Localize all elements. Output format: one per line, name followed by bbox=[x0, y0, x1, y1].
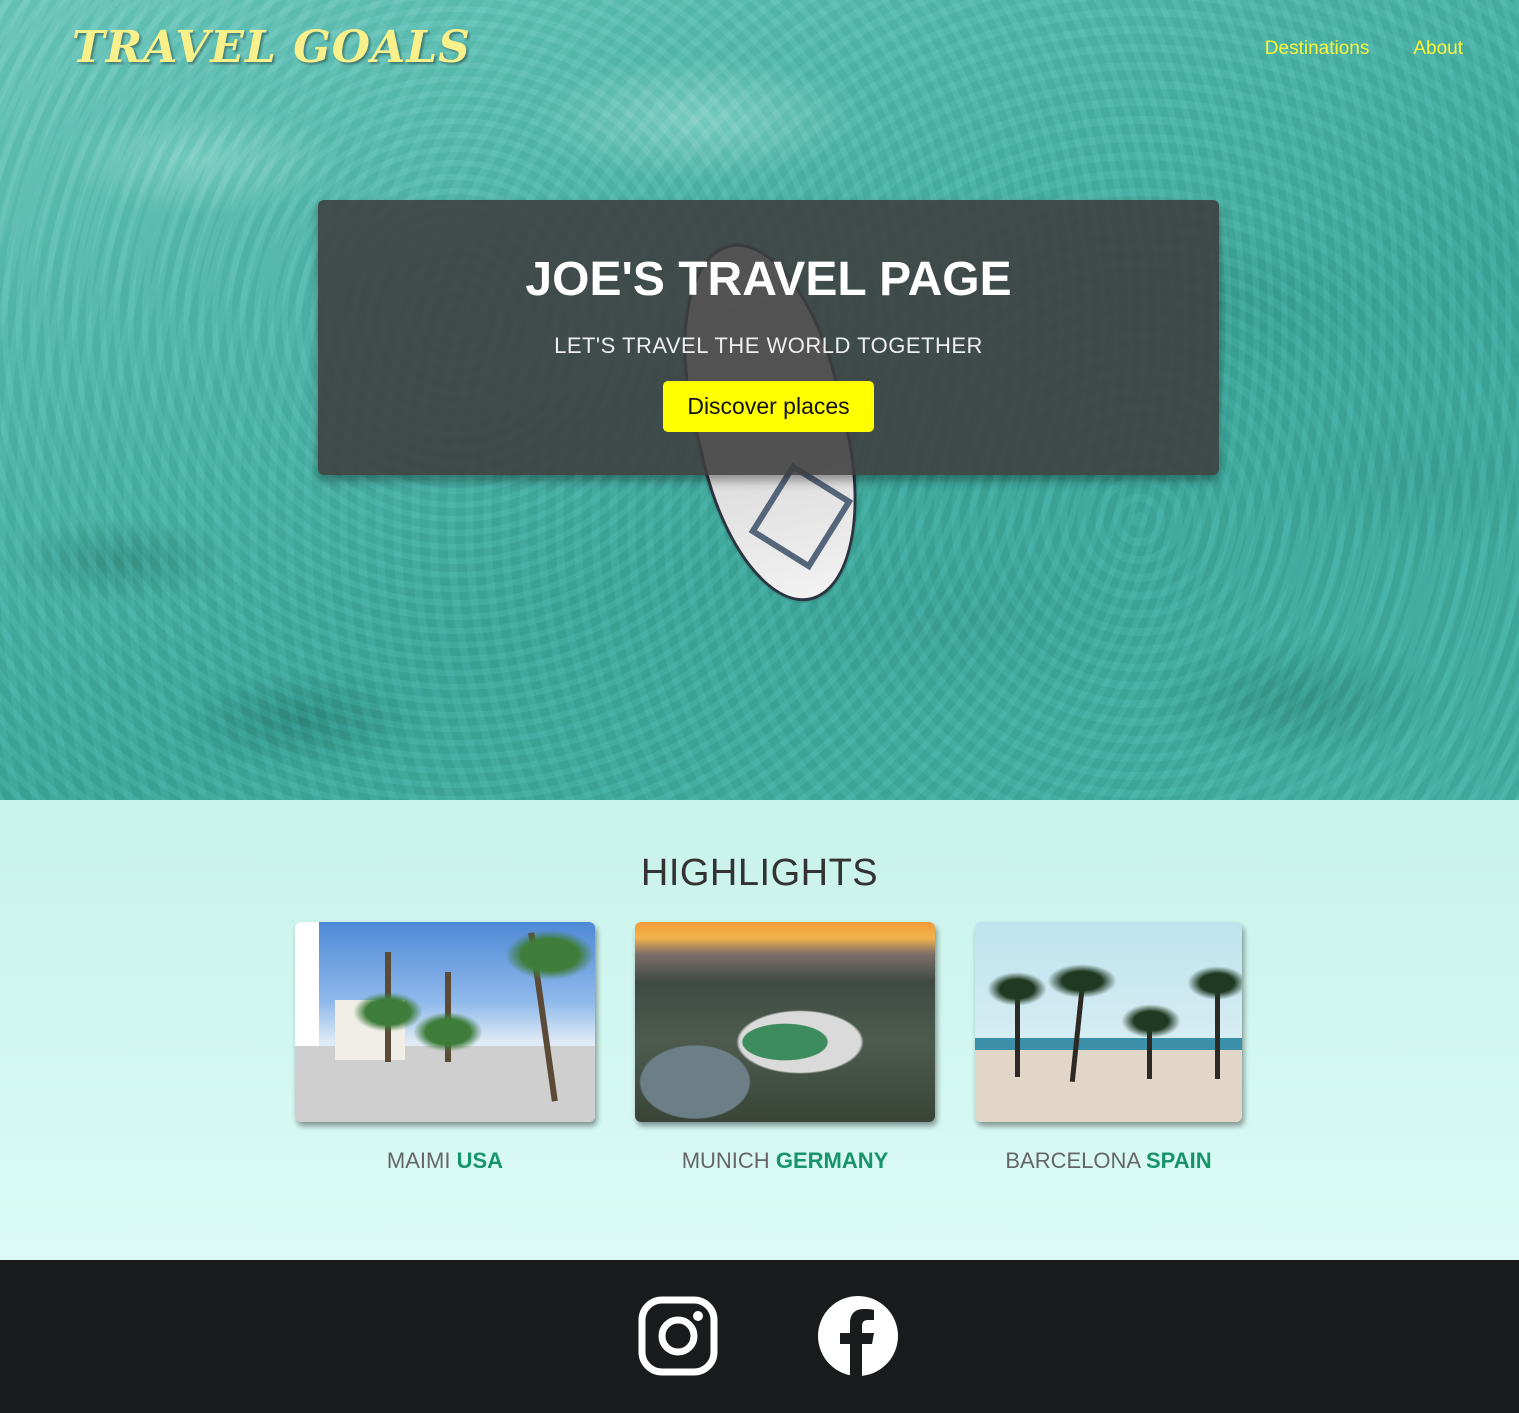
highlight-caption: MAIMI USA bbox=[295, 1148, 595, 1174]
country-name: USA bbox=[456, 1148, 504, 1173]
highlight-card-munich[interactable]: MUNICH GERMANY bbox=[635, 922, 935, 1174]
palm-leaves bbox=[505, 930, 595, 980]
country-name: GERMANY bbox=[775, 1148, 889, 1173]
highlight-card-miami[interactable]: MAIMI USA bbox=[295, 922, 595, 1174]
facebook-icon[interactable] bbox=[818, 1296, 898, 1376]
city-name: MUNICH bbox=[681, 1148, 770, 1173]
hero-section: TRAVEL GOALS Destinations About JOE'S TR… bbox=[0, 0, 1519, 800]
palm-leaves bbox=[1187, 966, 1242, 1000]
highlight-card-barcelona[interactable]: BARCELONA SPAIN bbox=[975, 922, 1242, 1174]
highlights-cards: MAIMI USA MUNICH GERMANY BARCELONA SPAIN bbox=[295, 922, 1242, 1174]
palm-leaves bbox=[987, 972, 1047, 1006]
nav-link-destinations[interactable]: Destinations bbox=[1265, 38, 1370, 60]
social-links bbox=[638, 1296, 898, 1376]
highlights-heading: HIGHLIGHTS bbox=[640, 852, 879, 894]
instagram-icon[interactable] bbox=[638, 1296, 718, 1376]
hero-subtitle: LET'S TRAVEL THE WORLD TOGETHER bbox=[554, 333, 983, 358]
highlight-caption: BARCELONA SPAIN bbox=[975, 1148, 1242, 1174]
city-name: MAIMI bbox=[386, 1148, 451, 1173]
nav-link-about[interactable]: About bbox=[1413, 38, 1463, 60]
city-name: BARCELONA bbox=[1005, 1148, 1140, 1173]
site-logo[interactable]: TRAVEL GOALS bbox=[72, 22, 471, 73]
miami-photo[interactable] bbox=[295, 922, 595, 1122]
palm-leaves bbox=[1047, 964, 1117, 998]
footer bbox=[0, 1260, 1519, 1413]
hero-card: JOE'S TRAVEL PAGE LET'S TRAVEL THE WORLD… bbox=[318, 200, 1219, 475]
page-title: JOE'S TRAVEL PAGE bbox=[525, 253, 1012, 306]
palm-leaves bbox=[353, 992, 423, 1032]
palm-leaves bbox=[1121, 1004, 1181, 1038]
main-nav: Destinations About bbox=[1265, 38, 1463, 60]
palm-leaves bbox=[413, 1012, 483, 1052]
highlights-section: HIGHLIGHTS MAIMI USA MUNICH GERMANY BARC… bbox=[0, 800, 1519, 1260]
munich-photo[interactable] bbox=[635, 922, 935, 1122]
highlight-caption: MUNICH GERMANY bbox=[635, 1148, 935, 1174]
barcelona-photo[interactable] bbox=[975, 922, 1242, 1122]
country-name: SPAIN bbox=[1146, 1148, 1212, 1173]
discover-places-button[interactable]: Discover places bbox=[663, 381, 874, 432]
